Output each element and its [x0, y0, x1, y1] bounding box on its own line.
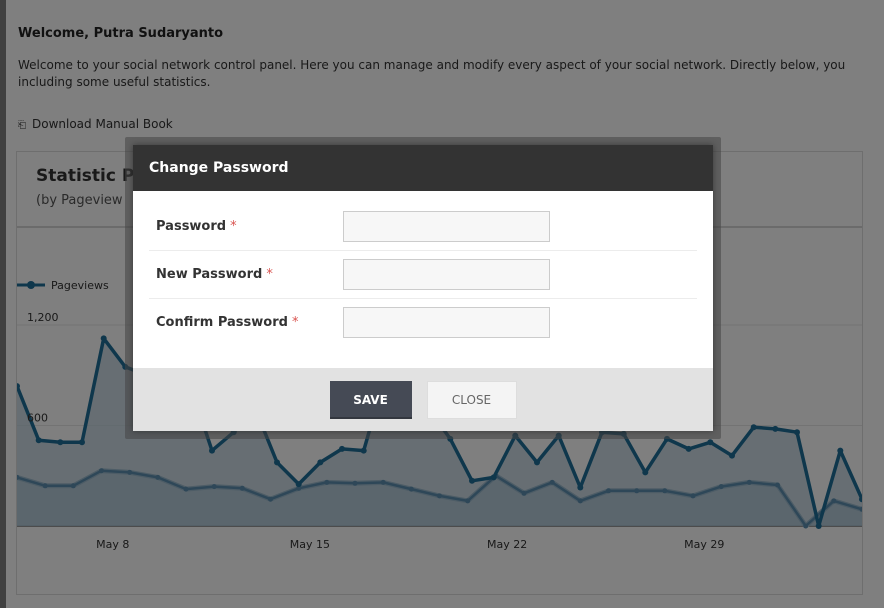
save-button[interactable]: SAVE [329, 380, 412, 419]
confirm-password-row: Confirm Password * [149, 299, 697, 346]
confirm-password-label: Confirm Password * [156, 315, 299, 330]
password-input[interactable] [343, 211, 550, 242]
new-password-row: New Password * [149, 251, 697, 299]
dialog-body: Password * New Password * Confirm Password… [133, 191, 713, 368]
confirm-password-input[interactable] [343, 307, 550, 338]
change-password-dialog: Change Password Password * New Password * … [133, 145, 713, 431]
required-marker: * [230, 219, 237, 234]
required-marker: * [266, 267, 273, 282]
password-label: Password * [156, 219, 237, 234]
dialog-title: Change Password [149, 160, 289, 176]
dialog-footer: SAVE CLOSE [133, 368, 713, 431]
dialog-header: Change Password [133, 145, 713, 191]
new-password-input[interactable] [343, 259, 550, 290]
close-button[interactable]: CLOSE [426, 380, 517, 419]
password-row: Password * [149, 203, 697, 251]
new-password-label: New Password * [156, 267, 273, 282]
required-marker: * [291, 315, 299, 330]
